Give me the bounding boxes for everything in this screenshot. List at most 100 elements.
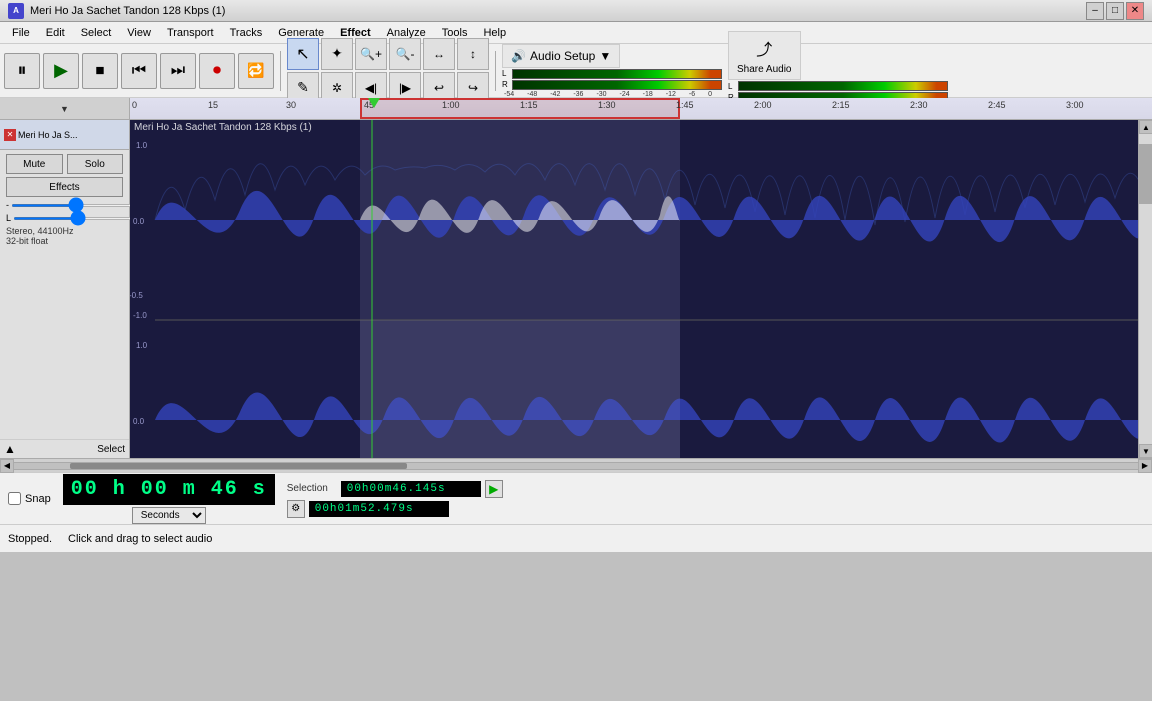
scroll-track-h[interactable] — [14, 462, 1138, 470]
scroll-thumb-h[interactable] — [70, 463, 407, 469]
loop-button[interactable]: 🔁 — [238, 53, 274, 89]
scroll-right-arrow[interactable]: ▶ — [1138, 459, 1152, 473]
tracks-container: ▼ 0 15 30 45 1:00 1:15 1:30 1:45 2:00 2:… — [0, 98, 1152, 458]
time-area: 00 h 00 m 46 s Seconds hh:mm:ss Samples — [63, 474, 275, 524]
ch1-label-bot: -0.5 — [130, 291, 143, 300]
track-area: ✕ Meri Ho Ja S... Mute Solo Effects - + — [0, 120, 1152, 458]
input-vu: L R -54-48-42-36-30-24-18-12-60 — [502, 69, 722, 98]
playhead-marker — [368, 98, 380, 108]
edit-tools: ↖ ✦ 🔍+ 🔍- ↔ ↕ ✎ ✲ ◀| |▶ ↩ ↪ — [287, 38, 489, 104]
titlebar: A Meri Ho Ja Sachet Tandon 128 Kbps (1) … — [0, 0, 1152, 22]
scroll-left-arrow[interactable]: ◀ — [0, 459, 14, 473]
audio-setup-button[interactable]: 🔊 Audio Setup ▼ — [502, 44, 620, 68]
horizontal-scrollbar: ◀ ▶ — [0, 458, 1152, 472]
scroll-thumb-v[interactable] — [1139, 144, 1152, 204]
app-icon: A — [8, 3, 24, 19]
menu-select[interactable]: Select — [73, 25, 120, 41]
menubar: File Edit Select View Transport Tracks G… — [0, 22, 1152, 44]
vu-scale: -54-48-42-36-30-24-18-12-60 — [502, 91, 712, 98]
vu-r-bar — [512, 80, 722, 90]
menu-edit[interactable]: Edit — [38, 25, 73, 41]
ruler-spacer: ▼ — [0, 98, 130, 120]
stop-button[interactable]: ⏹ — [82, 53, 118, 89]
vu-l-bar — [512, 69, 722, 79]
audio-setup-label: Audio Setup — [530, 49, 595, 63]
bottom-toolbar: Snap 00 h 00 m 46 s Seconds hh:mm:ss Sam… — [0, 472, 1152, 524]
time-display[interactable]: 00 h 00 m 46 s — [63, 474, 275, 505]
envelope-tool-button[interactable]: ✦ — [321, 38, 353, 70]
menu-tracks[interactable]: Tracks — [222, 25, 271, 41]
status-hint: Click and drag to select audio — [68, 533, 212, 545]
pause-button[interactable]: ⏸ — [4, 53, 40, 89]
scroll-down-arrow[interactable]: ▼ — [1139, 444, 1152, 458]
vertical-scrollbar[interactable]: ▲ ▼ — [1138, 120, 1152, 458]
mute-button[interactable]: Mute — [6, 154, 63, 174]
scroll-up-arrow[interactable]: ▲ — [1139, 120, 1152, 134]
selection-play-button[interactable]: ▶ — [485, 480, 503, 498]
chevron-down-icon: ▼ — [599, 49, 611, 63]
track-info: Stereo, 44100Hz 32-bit float — [6, 226, 123, 246]
menu-transport[interactable]: Transport — [159, 25, 222, 41]
share-audio-button[interactable]: ⤴ Share Audio — [728, 31, 801, 80]
selection-area: Selection 00h00m46.145s ▶ ⚙ 00h01m52.479… — [287, 480, 503, 518]
zoom-out-button[interactable]: 🔍- — [389, 38, 421, 70]
skip-forward-button[interactable]: ⏭ — [160, 53, 196, 89]
gain-minus-icon: - — [6, 200, 9, 210]
record-button[interactable]: ⏺ — [199, 53, 235, 89]
fit-v-button[interactable]: ↕ — [457, 38, 489, 70]
ruler-ticks: 0 15 30 45 1:00 1:15 1:30 1:45 2:00 2:15… — [130, 98, 1152, 119]
snap-area: Snap — [8, 492, 51, 505]
collapse-button[interactable]: ▲ — [4, 442, 16, 456]
fit-button[interactable]: ↔ — [423, 38, 455, 70]
window-title: Meri Ho Ja Sachet Tandon 128 Kbps (1) — [30, 5, 225, 17]
gain-slider[interactable] — [11, 204, 140, 207]
snap-label: Snap — [25, 493, 51, 505]
ruler-row: ▼ 0 15 30 45 1:00 1:15 1:30 1:45 2:00 2:… — [0, 98, 1152, 120]
pan-l-label: L — [6, 213, 11, 223]
ch2-label-top: 1.0 — [136, 341, 148, 350]
speaker-icon: 🔊 — [511, 49, 526, 63]
selection-settings-button[interactable]: ⚙ — [287, 500, 305, 518]
track-close-button[interactable]: ✕ — [4, 129, 16, 141]
ch2-selection — [360, 320, 680, 458]
toolbar-separator-2 — [495, 51, 496, 91]
track-select-label: Select — [16, 444, 125, 455]
titlebar-buttons[interactable]: – □ ✕ — [1086, 2, 1144, 20]
solo-button[interactable]: Solo — [67, 154, 124, 174]
selection-label: Selection — [287, 483, 337, 494]
close-button[interactable]: ✕ — [1126, 2, 1144, 20]
share-icon: ⤴ — [756, 36, 772, 60]
ruler-ticks-inner: 0 15 30 45 1:00 1:15 1:30 1:45 2:00 2:15… — [130, 98, 1152, 119]
menu-view[interactable]: View — [119, 25, 159, 41]
pan-row: L R — [6, 213, 123, 223]
pan-slider[interactable] — [13, 217, 142, 220]
status-text: Stopped. — [8, 533, 52, 545]
selection-time1[interactable]: 00h00m46.145s — [341, 481, 481, 497]
mute-solo-row: Mute Solo — [6, 154, 123, 174]
seconds-row: Seconds hh:mm:ss Samples — [132, 507, 206, 524]
maximize-button[interactable]: □ — [1106, 2, 1124, 20]
ruler-main[interactable]: 0 15 30 45 1:00 1:15 1:30 1:45 2:00 2:15… — [130, 98, 1152, 120]
zoom-in-button[interactable]: 🔍+ — [355, 38, 387, 70]
snap-checkbox[interactable] — [8, 492, 21, 505]
titlebar-left: A Meri Ho Ja Sachet Tandon 128 Kbps (1) — [8, 3, 225, 19]
effects-button[interactable]: Effects — [6, 177, 123, 197]
transport-controls: ⏸ ▶ ⏹ ⏮ ⏭ ⏺ 🔁 — [4, 53, 274, 89]
menu-file[interactable]: File — [4, 25, 38, 41]
ch1-label-min: -1.0 — [133, 311, 147, 320]
main-toolbar: ⏸ ▶ ⏹ ⏮ ⏭ ⏺ 🔁 ↖ ✦ 🔍+ 🔍- ↔ ↕ ✎ ✲ ◀| |▶ ↩ … — [0, 44, 1152, 98]
skip-back-button[interactable]: ⏮ — [121, 53, 157, 89]
selection-time2[interactable]: 00h01m52.479s — [309, 501, 449, 517]
track-label-panel: ✕ Meri Ho Ja S... Mute Solo Effects - + — [0, 120, 130, 458]
minimize-button[interactable]: – — [1086, 2, 1104, 20]
play-button[interactable]: ▶ — [43, 53, 79, 89]
waveform-area[interactable]: Meri Ho Ja Sachet Tandon 128 Kbps (1) 1.… — [130, 120, 1138, 458]
toolbar-separator-1 — [280, 51, 281, 91]
selection-tool-button[interactable]: ↖ — [287, 38, 319, 70]
gain-row: - + — [6, 200, 123, 210]
track-controls: Mute Solo Effects - + L R Ste — [0, 150, 129, 250]
pb-l-bar — [738, 81, 948, 91]
time-format-select[interactable]: Seconds hh:mm:ss Samples — [132, 507, 206, 524]
track-info-stereo: Stereo, 44100Hz — [6, 226, 123, 236]
track-bottom-row: ▲ Select — [0, 439, 129, 458]
